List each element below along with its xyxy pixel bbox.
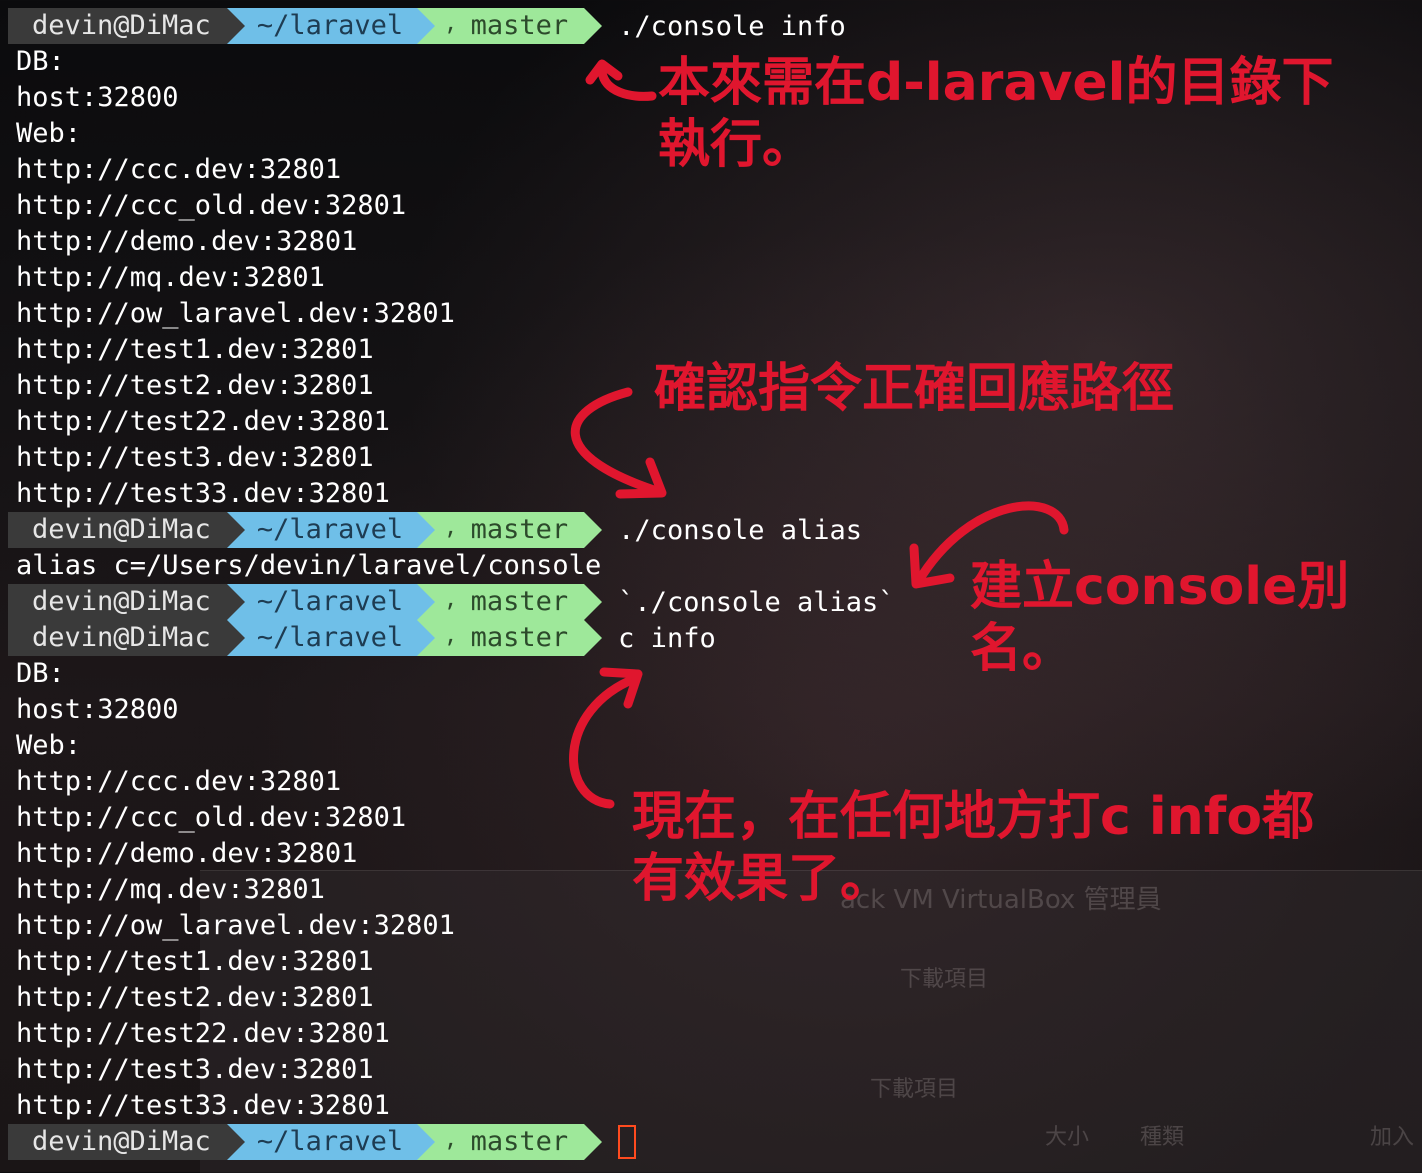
powerline-separator bbox=[584, 620, 603, 656]
powerline-separator bbox=[226, 512, 245, 548]
annotation-note-anywhere: 現在，在任何地方打c info都 有效果了。 bbox=[632, 787, 1315, 909]
powerline-separator bbox=[417, 620, 436, 656]
arrow-note1 bbox=[597, 67, 657, 101]
annotation-note-original-dir: 本來需在d-laravel的目錄下 執行。 bbox=[658, 53, 1334, 175]
powerline-separator bbox=[417, 584, 436, 620]
powerline-separator bbox=[417, 512, 436, 548]
annotation-note-verify-path: 確認指令正確回應路徑 bbox=[654, 359, 1175, 419]
powerline-separator bbox=[584, 584, 603, 620]
powerline-separator bbox=[584, 512, 603, 548]
powerline-separator bbox=[226, 620, 245, 656]
powerline-separator bbox=[226, 8, 245, 44]
powerline-separator bbox=[417, 8, 436, 44]
powerline-separator bbox=[584, 8, 603, 44]
annotation-note-alias: 建立console別 名。 bbox=[970, 557, 1350, 679]
powerline-separator bbox=[226, 584, 245, 620]
powerline-separator bbox=[417, 1124, 436, 1160]
powerline-separator bbox=[584, 1124, 603, 1160]
arrow-note2 bbox=[570, 387, 665, 497]
powerline-separator bbox=[226, 1124, 245, 1160]
